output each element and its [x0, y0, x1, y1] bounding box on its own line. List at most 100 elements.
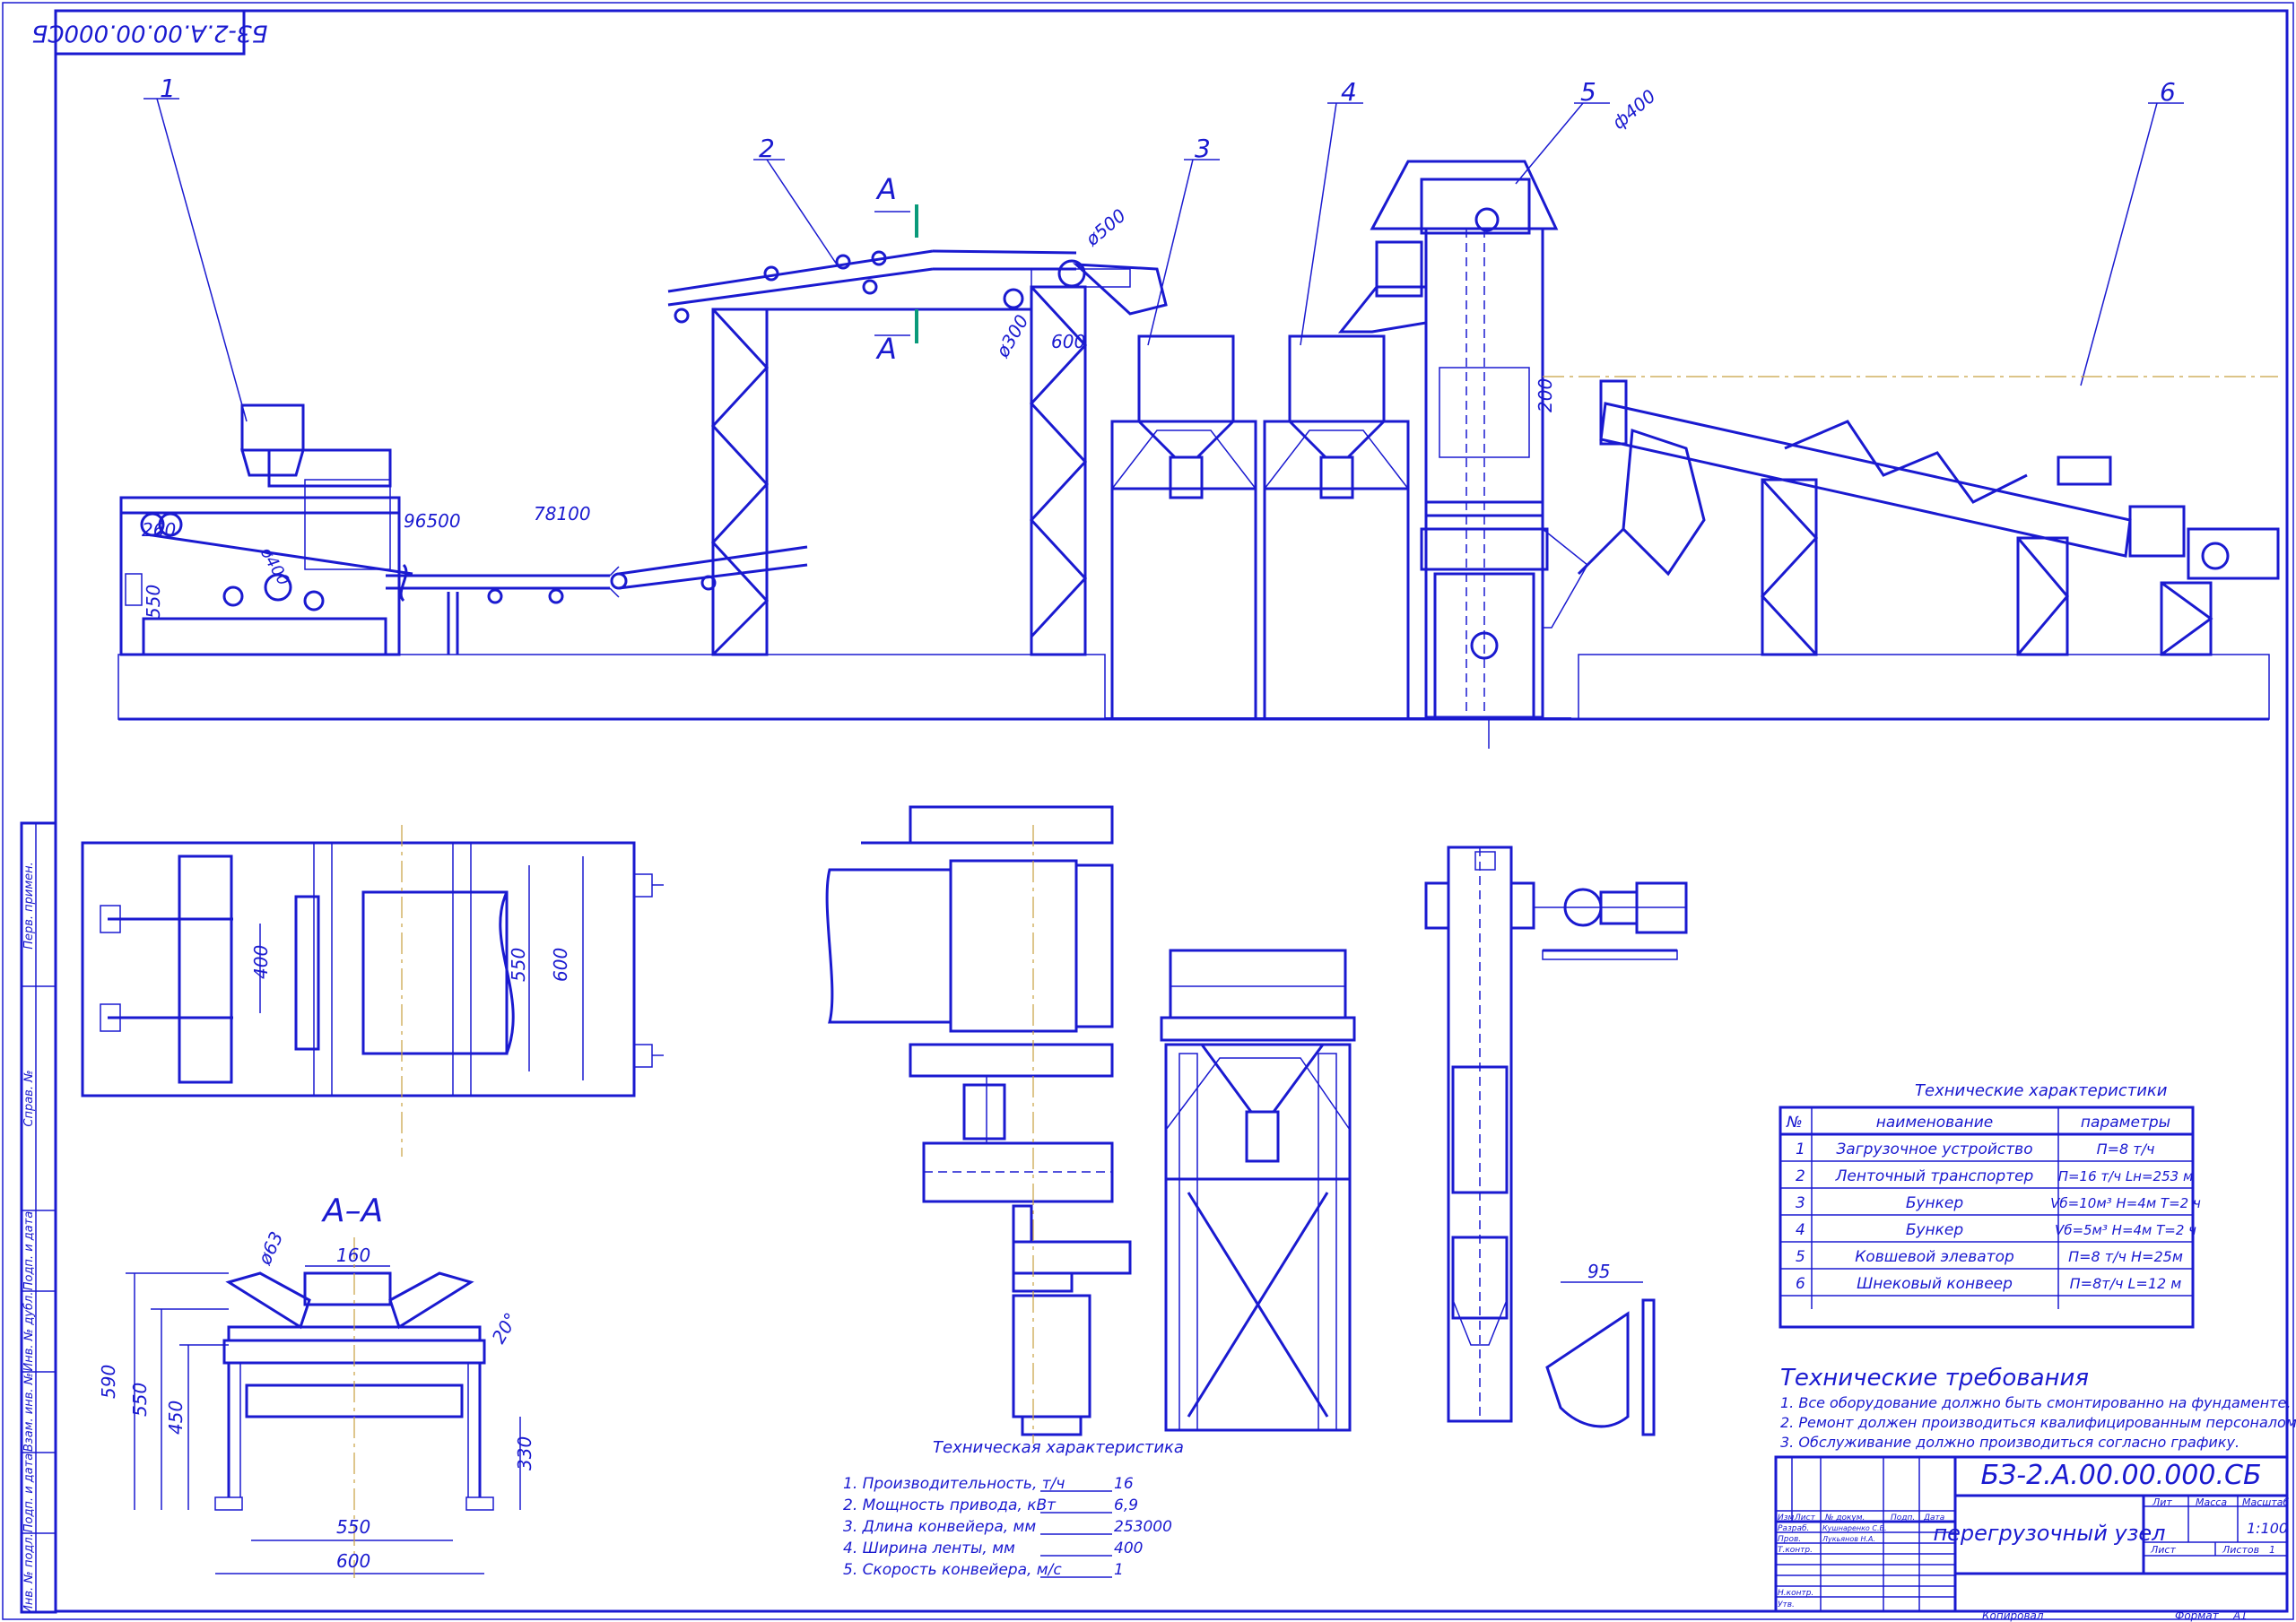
tb-sheet: Лист: [2150, 1544, 2176, 1556]
stamp-vzam: Взам. инв. №: [22, 1373, 36, 1452]
tb-copied: Копировал: [1982, 1609, 2044, 1622]
bucket-dim-95: 95: [1587, 1261, 1610, 1282]
tb-col-list: Лист: [1794, 1514, 1816, 1522]
hoppers: [1110, 334, 1410, 721]
callout-4: 4: [1341, 77, 1357, 107]
section-dim-450: 450: [165, 1401, 187, 1435]
dim-260: 260: [142, 519, 176, 541]
tb-col-doc: № докум.: [1824, 1514, 1865, 1522]
doc-number: БЗ-2.А.00.00.000.СБ: [1980, 1460, 2261, 1491]
spec-row-2-num: 2: [1796, 1167, 1805, 1185]
tb-razrab-name: Кушнаренко С.В.: [1822, 1524, 1887, 1532]
tb-razrab: Разраб.: [1778, 1524, 1809, 1533]
tb-utv: Утв.: [1778, 1600, 1795, 1609]
section-dim-590: 590: [98, 1365, 119, 1399]
callout-2: 2: [759, 134, 775, 163]
tb-mass: Масса: [2196, 1496, 2227, 1508]
section-title: А–А: [321, 1193, 383, 1229]
rotated-stamp: БЗ-2.А.00.00.000СБ: [31, 20, 267, 47]
spec-row-6-name: Шнековый конвеер: [1857, 1275, 2013, 1293]
tb-format-value: А1: [2232, 1609, 2248, 1622]
tb-col-izm: Изм: [1778, 1514, 1795, 1522]
elevator-side-view: [1424, 846, 1688, 1423]
spec-item-3-value: 253000: [1114, 1518, 1172, 1536]
dim-550-top: 550: [143, 585, 164, 619]
drive-view: [825, 805, 1132, 1444]
tb-tkontr: Т.контр.: [1778, 1546, 1813, 1555]
spec-table-h-num: №: [1786, 1114, 1803, 1132]
callout-3: 3: [1195, 134, 1211, 163]
spec-row-2-name: Ленточный транспортер: [1835, 1167, 2034, 1185]
dim-600-top: 600: [1051, 331, 1085, 352]
tb-prov: Пров.: [1778, 1535, 1801, 1544]
plan-dim-600: 600: [550, 948, 571, 982]
spec-table-h-param: параметры: [2081, 1114, 2170, 1132]
screw-conveyor: [1577, 379, 2280, 656]
spec-item-5-label: 5. Скорость конвейера, м/с: [843, 1561, 1062, 1579]
stamp-inv-podl: Инв. № подл.: [22, 1533, 36, 1614]
callout-leaders: [144, 98, 2184, 422]
stamp-sprav: Справ. №: [22, 1070, 36, 1126]
spec-item-2-value: 6,9: [1114, 1496, 1138, 1514]
tb-scale: 1:100: [2247, 1520, 2288, 1537]
section-mark-lower: А: [875, 332, 897, 366]
tb-nkontr: Н.контр.: [1778, 1589, 1813, 1598]
spec-row-2-param: П=16 т/ч Lн=253 м: [2058, 1168, 2194, 1184]
plan-dim-550: 550: [508, 948, 529, 982]
spec-table-title: Технические характеристики: [1915, 1081, 2168, 1100]
spec-row-3-param: Vб=10м³ Н=4м Т=2 ч: [2050, 1195, 2201, 1211]
stamp-inv-dubl: Инв. № дубл.: [22, 1292, 36, 1372]
conveyor-spec-title: Техническая характеристика: [933, 1438, 1184, 1457]
section-dim-160: 160: [336, 1245, 370, 1266]
section-dim-550v: 550: [129, 1383, 151, 1417]
plan-view: [81, 825, 664, 1157]
spec-item-1-label: 1. Производительность, т/ч: [843, 1475, 1065, 1493]
spec-row-4-name: Бункер: [1906, 1221, 1964, 1239]
callout-1: 1: [160, 74, 176, 103]
dim-96500: 96500: [404, 510, 461, 532]
tb-format: Формат: [2175, 1609, 2220, 1622]
side-stamp-column: Перв. примен. Справ. № Подп. и дата Инв.…: [20, 821, 57, 1614]
drawing-sheet: БЗ-2.А.00.00.000СБ Перв. примен. Справ. …: [2, 2, 2296, 1622]
spec-row-5-num: 5: [1796, 1248, 1805, 1266]
spec-row-5-param: П=8 т/ч Н=25м: [2068, 1248, 2183, 1265]
spec-item-4-value: 400: [1114, 1540, 1143, 1557]
section-dim-330: 330: [514, 1436, 535, 1470]
dim-phi500: ø500: [1081, 204, 1130, 250]
lower-belt: [386, 545, 808, 655]
requirements-title: Технические требования: [1780, 1365, 2089, 1392]
stamp-podp-1: Подп. и дата: [22, 1211, 36, 1291]
drawing-name: перегрузочный узел: [1933, 1521, 2165, 1546]
ground: [117, 654, 2270, 721]
callout-6: 6: [2160, 77, 2176, 107]
dim-78100: 78100: [534, 503, 591, 525]
tb-lit: Лит: [2152, 1496, 2172, 1508]
spec-row-1-param: П=8 т/ч: [2097, 1141, 2155, 1158]
dim-phi400-belt: ø400: [256, 543, 292, 589]
spec-row-3-num: 3: [1796, 1194, 1805, 1212]
spec-row-1-name: Загрузочное устройство: [1836, 1141, 2032, 1158]
conveyor-spec-list: 1. Производительность, т/ч 16 2. Мощност…: [843, 1475, 1172, 1579]
requirement-3: 3. Обслуживание должно производиться сог…: [1780, 1434, 2239, 1451]
requirement-2: 2. Ремонт должен производиться квалифици…: [1780, 1414, 2296, 1431]
spec-item-3-label: 3. Длина конвейера, мм: [843, 1518, 1036, 1536]
spec-row-6-param: П=8т/ч L=12 м: [2070, 1275, 2182, 1292]
spec-row-4-num: 4: [1796, 1221, 1805, 1239]
tb-sheets: Листов: [2222, 1544, 2259, 1556]
spec-item-1-value: 16: [1114, 1475, 1134, 1493]
stamp-perv: Перв. примен.: [22, 862, 36, 950]
section-dim-phi63: ø63: [253, 1228, 287, 1269]
dim-phi400-elev: ф400: [1608, 85, 1660, 134]
spec-row-4-param: Vб=5м³ Н=4м Т=2 ч: [2055, 1222, 2196, 1238]
spec-item-2-label: 2. Мощность привода, кВт: [843, 1496, 1057, 1514]
tb-col-date: Дата: [1923, 1514, 1944, 1522]
spec-item-4-label: 4. Ширина ленты, мм: [843, 1540, 1015, 1557]
tb-scale-label: Масштаб: [2242, 1496, 2289, 1508]
hopper-side-view: [1160, 949, 1356, 1432]
spec-row-3-name: Бункер: [1906, 1194, 1964, 1212]
dim-200: 200: [1535, 378, 1556, 412]
plan-dim-400: 400: [250, 945, 272, 979]
spec-item-5-value: 1: [1114, 1561, 1124, 1579]
spec-row-5-name: Ковшевой элеватор: [1855, 1248, 2014, 1266]
bucket-detail: [1545, 1281, 1656, 1436]
